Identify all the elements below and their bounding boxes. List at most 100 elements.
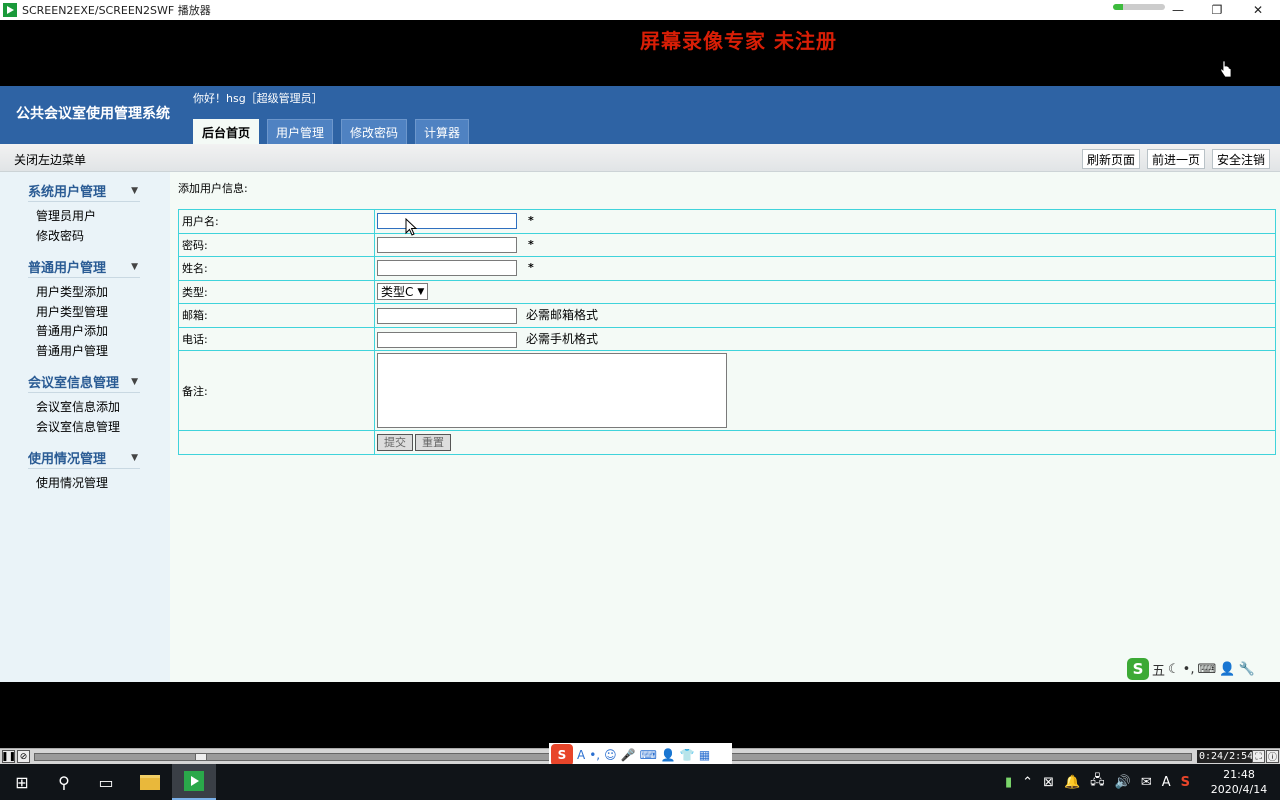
ime-mode-indicator[interactable]: 五 [1152, 660, 1165, 679]
user-icon[interactable]: 👤 [1219, 662, 1235, 677]
stop-button[interactable]: ⊘ [17, 750, 30, 763]
sidebar-group-header[interactable]: 会议室信息管理 ▼ [28, 371, 140, 393]
user-icon[interactable]: 👤 [661, 748, 676, 762]
form-row-email: 邮箱: 必需邮箱格式 [178, 303, 1276, 328]
restore-button[interactable]: ❐ [1197, 0, 1237, 20]
email-label: 邮箱: [178, 303, 375, 328]
file-explorer-icon[interactable] [128, 764, 172, 800]
punctuation-icon[interactable]: •, [589, 748, 600, 762]
microphone-icon[interactable]: 🎤 [621, 748, 636, 762]
unregistered-watermark: 屏幕录像专家 未注册 [640, 29, 837, 53]
close-left-menu-link[interactable]: 关闭左边菜单 [14, 151, 86, 168]
system-clock[interactable]: 21:48 2020/4/14 [1210, 767, 1268, 797]
task-view-icon[interactable]: ▭ [84, 764, 128, 800]
name-input[interactable] [377, 260, 517, 277]
info-icon[interactable]: ⓘ [1266, 750, 1279, 763]
refresh-page-button[interactable]: 刷新页面 [1082, 149, 1141, 169]
volume-icon[interactable]: 🔊 [1115, 775, 1131, 790]
tab-home[interactable]: 后台首页 [193, 119, 260, 144]
sidebar-item-manage-user-types[interactable]: 用户类型管理 [36, 303, 140, 323]
sidebar-group-title: 系统用户管理 [28, 185, 107, 200]
submit-button[interactable]: 提交 [377, 433, 413, 451]
sidebar-group-header[interactable]: 普通用户管理 ▼ [28, 256, 140, 278]
main-content: 添加用户信息: 用户名: * 密码: * 姓名: * 类型: 类型C ▼ 邮箱: … [178, 180, 1276, 455]
chevron-up-icon[interactable]: ⌃ [1022, 775, 1033, 790]
tab-calculator[interactable]: 计算器 [415, 119, 470, 144]
sidebar-item-manage-normal-users[interactable]: 普通用户管理 [36, 342, 140, 362]
phone-hint: 必需手机格式 [526, 331, 599, 346]
clock-time: 21:48 [1223, 768, 1255, 781]
form-row-remark: 备注: [178, 350, 1276, 431]
battery-icon[interactable]: ▮ [1005, 775, 1012, 790]
app-icon [3, 3, 17, 17]
keyboard-icon[interactable]: ⌨ [1197, 662, 1216, 677]
close-button[interactable]: ✕ [1238, 0, 1278, 20]
screen-player-taskbar-icon[interactable] [172, 764, 216, 800]
form-row-name: 姓名: * [178, 256, 1276, 281]
reset-button[interactable]: 重置 [415, 433, 451, 451]
camera-off-icon[interactable]: ⊠ [1043, 775, 1054, 790]
punctuation-icon[interactable]: •, [1183, 662, 1195, 677]
sidebar-group-normal-users: 普通用户管理 ▼ 用户类型添加 用户类型管理 普通用户添加 普通用户管理 [28, 256, 140, 371]
window-title-bar: SCREEN2EXE/SCREEN2SWF 播放器 — ❐ ✕ [0, 0, 1280, 20]
email-input[interactable] [377, 308, 517, 325]
tab-change-password[interactable]: 修改密码 [341, 119, 408, 144]
type-select-value: 类型C [381, 285, 414, 300]
remark-textarea[interactable] [377, 353, 727, 428]
logout-button[interactable]: 安全注销 [1212, 149, 1271, 169]
input-indicator[interactable]: A [1162, 775, 1171, 790]
sidebar-item-add-normal-user[interactable]: 普通用户添加 [36, 322, 140, 342]
triangle-down-icon: ▼ [131, 376, 138, 387]
sidebar-item-add-user-type[interactable]: 用户类型添加 [36, 283, 140, 303]
emoji-icon[interactable]: ☺ [604, 748, 617, 762]
form-row-password: 密码: * [178, 232, 1276, 257]
pause-button[interactable]: ❚❚ [1, 750, 16, 763]
add-user-form: 用户名: * 密码: * 姓名: * 类型: 类型C ▼ 邮箱: 必需邮箱格式 电… [178, 209, 1276, 455]
system-tray: ▮ ⌃ ⊠ 🔔 🖧 🔊 ✉ A S [1005, 764, 1190, 800]
form-row-username: 用户名: * [178, 209, 1276, 234]
sidebar-item-usage-management[interactable]: 使用情况管理 [36, 474, 140, 494]
sidebar-group-header[interactable]: 系统用户管理 ▼ [28, 180, 140, 202]
type-select[interactable]: 类型C ▼ [377, 283, 429, 301]
sidebar-item-change-password[interactable]: 修改密码 [36, 227, 140, 247]
sidebar-group-header[interactable]: 使用情况管理 ▼ [28, 447, 140, 469]
sidebar-item-add-room[interactable]: 会议室信息添加 [36, 398, 140, 418]
clock-date: 2020/4/14 [1210, 783, 1268, 796]
form-row-phone: 电话: 必需手机格式 [178, 326, 1276, 351]
search-icon[interactable]: ⚲ [42, 764, 86, 800]
required-mark: * [528, 261, 534, 275]
sidebar-group-title: 会议室信息管理 [28, 376, 120, 391]
forward-page-button[interactable]: 前进一页 [1147, 149, 1206, 169]
left-sidebar: 系统用户管理 ▼ 管理员用户 修改密码 普通用户管理 ▼ 用户类型添加 用户类型管理… [0, 172, 170, 682]
sidebar-group-meeting-rooms: 会议室信息管理 ▼ 会议室信息添加 会议室信息管理 [28, 371, 140, 447]
recording-top-area: 屏幕录像专家 未注册 [0, 20, 1280, 86]
network-icon[interactable]: 🖧 [1090, 771, 1105, 793]
sidebar-group-title: 使用情况管理 [28, 452, 107, 467]
sogou-logo-icon[interactable]: S [551, 744, 573, 766]
keyboard-icon[interactable]: ⌨ [640, 748, 657, 762]
windows-start-icon[interactable]: ⊞ [0, 764, 44, 800]
bell-icon[interactable]: 🔔 [1064, 775, 1080, 790]
username-label: 用户名: [178, 209, 375, 234]
mouse-pointer-icon [405, 218, 417, 236]
password-input[interactable] [377, 236, 517, 253]
moon-icon[interactable]: ☾ [1168, 662, 1180, 677]
seek-thumb[interactable] [195, 753, 208, 761]
ime-letter-icon[interactable]: A [577, 748, 585, 762]
minimize-button[interactable]: — [1158, 0, 1198, 20]
sogou-logo-icon[interactable]: S [1127, 658, 1149, 680]
tab-user-management[interactable]: 用户管理 [267, 119, 334, 144]
type-label: 类型: [178, 279, 375, 304]
sidebar-item-admin-users[interactable]: 管理员用户 [36, 207, 140, 227]
phone-input[interactable] [377, 331, 517, 348]
sogou-tray-icon[interactable]: S [1181, 775, 1190, 790]
wrench-icon[interactable]: 🔧 [1238, 662, 1254, 677]
username-input[interactable] [377, 213, 517, 230]
sidebar-item-manage-rooms[interactable]: 会议室信息管理 [36, 418, 140, 438]
notification-icon[interactable]: ✉ [1141, 775, 1152, 790]
fullscreen-icon[interactable]: ⛶ [1252, 750, 1265, 763]
email-hint: 必需邮箱格式 [526, 308, 599, 323]
shirt-icon[interactable]: 👕 [680, 748, 695, 762]
grid-icon[interactable]: ▦ [699, 748, 710, 762]
system-title: 公共会议室使用管理系统 [16, 106, 170, 122]
